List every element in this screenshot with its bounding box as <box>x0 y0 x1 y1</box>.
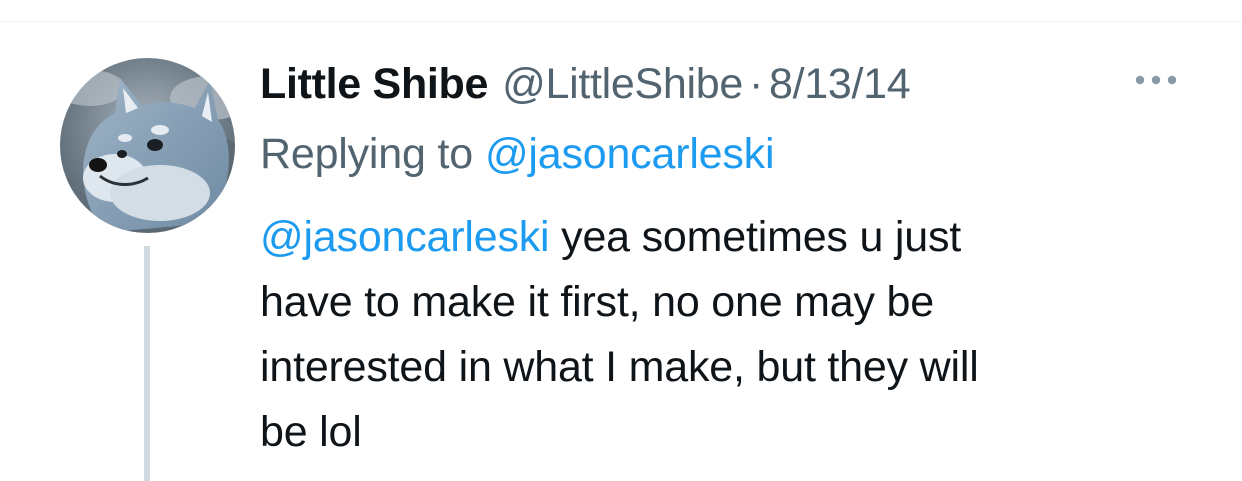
replying-to: Replying to @jasoncarleski <box>260 126 775 182</box>
more-options-button[interactable] <box>1128 60 1184 100</box>
top-divider <box>0 21 1242 22</box>
tweet-text-line: interested in what I make, but they will <box>260 343 979 391</box>
tweet-text-segment: yea sometimes u just <box>561 213 962 261</box>
replying-to-label: Replying to <box>260 129 473 178</box>
thread-line <box>144 246 150 481</box>
tweet-mention-link[interactable]: @jasoncarleski <box>260 213 550 261</box>
more-horizontal-icon <box>1135 75 1177 85</box>
shiba-dog-avatar-icon <box>60 58 235 233</box>
tweet-date[interactable]: 8/13/14 <box>769 60 911 109</box>
author-handle[interactable]: @LittleShibe <box>502 60 743 109</box>
author-display-name[interactable]: Little Shibe <box>260 60 488 109</box>
tweet-text-line: have to make it first, no one may be <box>260 278 934 326</box>
separator-dot: · <box>749 59 764 108</box>
tweet-header: Little Shibe @LittleShibe · 8/13/14 <box>260 56 911 112</box>
tweet-text-line: @jasoncarleski yea sometimes u just <box>260 205 1160 270</box>
replying-to-mention-link[interactable]: @jasoncarleski <box>485 130 775 179</box>
avatar[interactable] <box>60 58 235 233</box>
tweet-text: @jasoncarleski yea sometimes u just have… <box>260 205 1160 465</box>
tweet-text-line: be lol <box>260 408 362 456</box>
